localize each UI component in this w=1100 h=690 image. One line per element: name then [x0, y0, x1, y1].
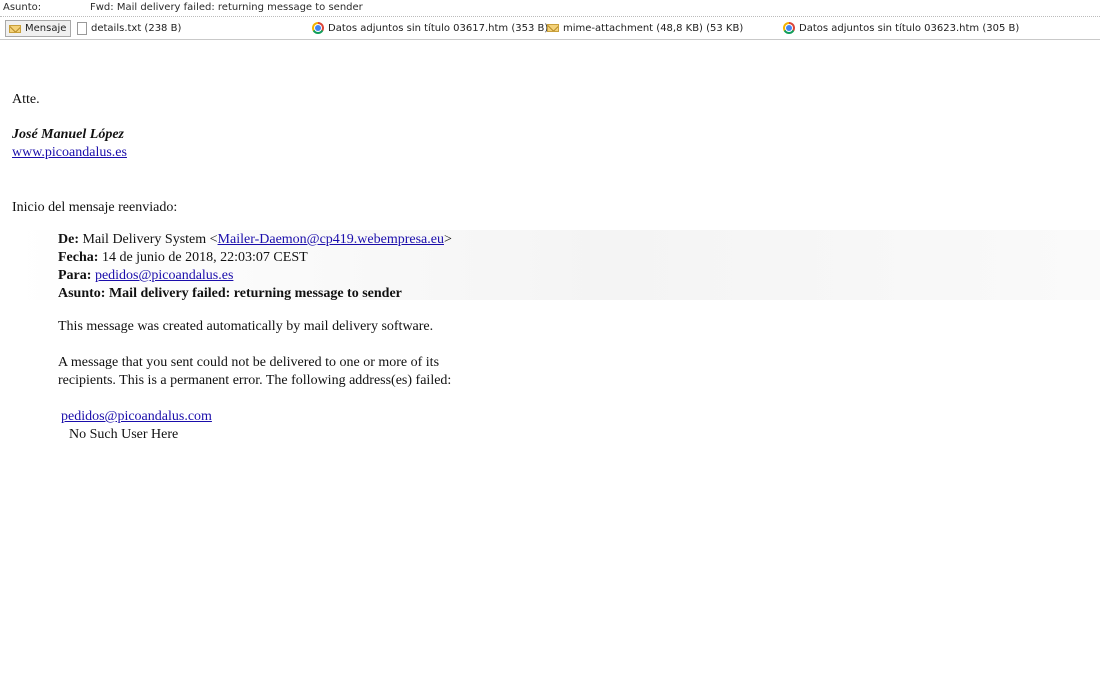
- attachment-htm-03623[interactable]: Datos adjuntos sin título 03623.htm (305…: [783, 20, 1019, 36]
- forwarded-to: Para: pedidos@picoandalus.es: [58, 267, 233, 285]
- forwarded-from: De: Mail Delivery System <Mailer-Daemon@…: [58, 231, 452, 249]
- to-email-link[interactable]: pedidos@picoandalus.es: [95, 268, 233, 283]
- attachment-bar: Mensaje details.txt (238 B) Datos adjunt…: [0, 18, 1100, 40]
- attachment-details-txt[interactable]: details.txt (238 B): [77, 20, 181, 36]
- attachment-mime[interactable]: mime-attachment (48,8 KB) (53 KB): [547, 20, 743, 36]
- failed-reason: No Such User Here: [69, 427, 179, 442]
- subject-row: Asunto: Fwd: Mail delivery failed: retur…: [0, 0, 1100, 17]
- envelope-icon: [547, 24, 559, 32]
- message-body: Atte. José Manuel López www.picoandalus.…: [0, 40, 1100, 690]
- chrome-icon: [783, 22, 795, 34]
- forwarded-subject-label: Asunto:: [58, 286, 106, 301]
- signature-link[interactable]: www.picoandalus.es: [12, 145, 127, 160]
- from-suffix: >: [443, 232, 452, 247]
- date-value: 14 de junio de 2018, 22:03:07 CEST: [101, 250, 308, 265]
- text-file-icon: [77, 21, 87, 35]
- subject-value: Fwd: Mail delivery failed: returning mes…: [90, 2, 363, 13]
- attachment-label: Datos adjuntos sin título 03623.htm (305…: [799, 22, 1020, 34]
- from-label: De:: [58, 232, 79, 247]
- attachment-label: details.txt (238 B): [91, 22, 182, 34]
- from-name: Mail Delivery System <: [82, 232, 218, 247]
- signature-name: José Manuel López: [12, 127, 124, 142]
- attachment-label: Mensaje: [25, 23, 67, 34]
- greeting: Atte.: [12, 92, 40, 107]
- forwarded-date: Fecha: 14 de junio de 2018, 22:03:07 CES…: [58, 249, 308, 267]
- attachment-htm-03617[interactable]: Datos adjuntos sin título 03617.htm (353…: [312, 20, 548, 36]
- from-email-link[interactable]: Mailer-Daemon@cp419.webempresa.eu: [218, 232, 444, 247]
- attachment-label: Datos adjuntos sin título 03617.htm (353…: [328, 22, 549, 34]
- envelope-icon: [9, 24, 21, 33]
- failed-address-link[interactable]: pedidos@picoandalus.com: [61, 409, 212, 424]
- forwarded-subject: Asunto: Mail delivery failed: returning …: [58, 285, 402, 303]
- forward-intro: Inicio del mensaje reenviado:: [12, 200, 178, 215]
- chrome-icon: [312, 22, 324, 34]
- body-line-1: This message was created automatically b…: [58, 319, 434, 334]
- to-label: Para:: [58, 268, 92, 283]
- body-line-2: A message that you sent could not be del…: [58, 355, 440, 370]
- attachment-message-tab[interactable]: Mensaje: [5, 20, 72, 37]
- forwarded-subject-value: Mail delivery failed: returning message …: [108, 286, 402, 301]
- body-line-3: recipients. This is a permanent error. T…: [58, 373, 452, 388]
- subject-label: Asunto:: [3, 2, 42, 13]
- date-label: Fecha:: [58, 250, 99, 265]
- attachment-label: mime-attachment (48,8 KB) (53 KB): [563, 22, 744, 34]
